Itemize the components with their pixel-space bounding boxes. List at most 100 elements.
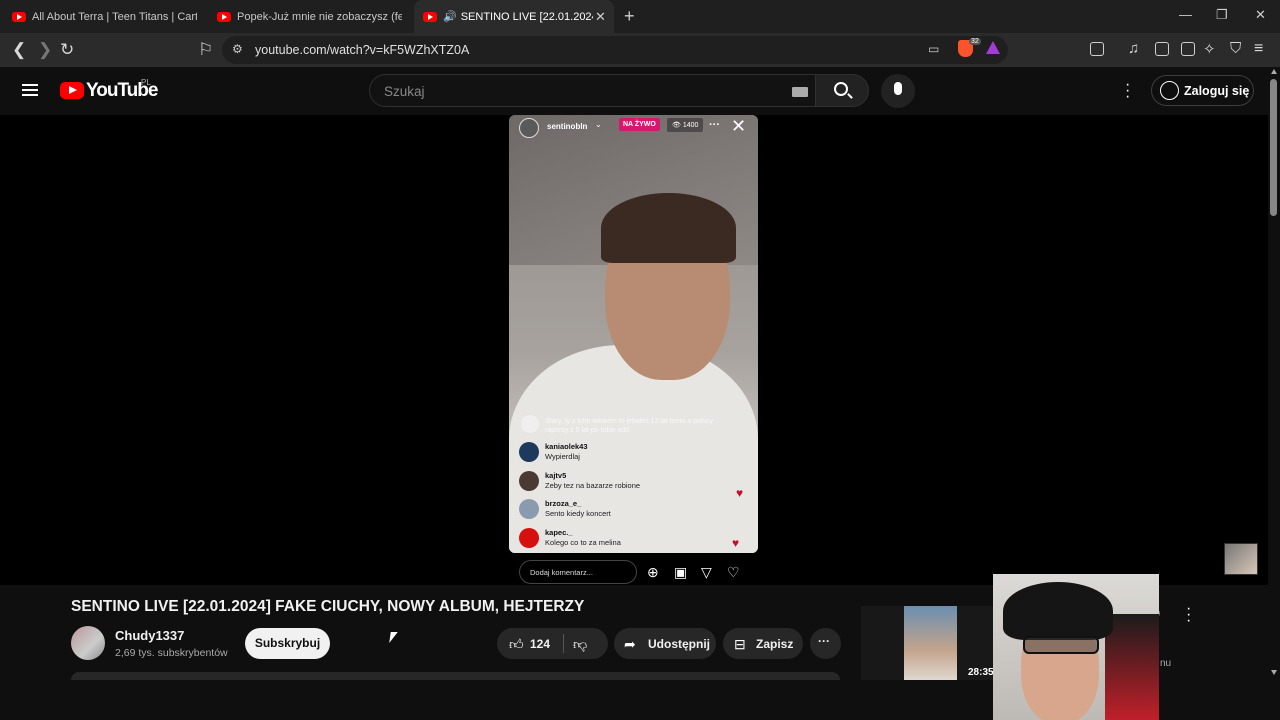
browser-tab-strip: All About Terra | Teen Titans | Cartoo P… (0, 0, 1280, 33)
close-window-icon[interactable]: ✕ (1255, 7, 1266, 23)
youtube-logo-icon[interactable] (60, 82, 84, 99)
comment-text: Wypierdlaj (545, 452, 580, 461)
description-box[interactable] (71, 672, 840, 680)
chevron-down-icon: ⌄ (595, 120, 602, 129)
bookmark-icon[interactable]: ⚐ (198, 40, 213, 60)
channel-watermark[interactable] (1224, 543, 1258, 575)
like-button[interactable]: 👍︎ 124 (497, 628, 563, 659)
live-comment: brzoza_e_ Sento kiedy koncert (519, 497, 749, 521)
recommended-more-icon[interactable]: · · · (1186, 601, 1191, 629)
streamer-glasses (1023, 636, 1099, 654)
save-button[interactable]: ⊟ Zapisz (723, 628, 803, 659)
sidebar-icon[interactable] (1155, 42, 1169, 56)
comment-user: brzoza_e_ (545, 499, 582, 508)
comment-user: kapec._ (545, 528, 573, 537)
save-playlist-icon: ⊟ (734, 636, 746, 652)
search-button[interactable] (815, 74, 869, 107)
story-comment-input: Dodaj komentarz... (519, 560, 637, 584)
youtube-favicon-icon (217, 11, 231, 22)
country-code: PL (141, 78, 151, 87)
url-text: youtube.com/watch?v=kF5WZhXTZ0A (255, 43, 470, 57)
like-heart-icon: ♡ (727, 564, 740, 580)
minimize-icon[interactable]: — (1179, 7, 1192, 22)
comment-avatar (519, 442, 539, 462)
comment-placeholder: Dodaj komentarz... (530, 568, 593, 577)
viewer-count-badge: 👁 1400 (667, 118, 704, 132)
more-actions-button[interactable]: ··· (810, 628, 841, 659)
subscribe-button[interactable]: Subskrybuj (245, 628, 330, 659)
video-player[interactable]: sentinobln ⌄ NA ŻYWO 👁 1400 ··· ✕ Stary,… (0, 115, 1268, 585)
music-note-icon[interactable]: ♫ (1128, 40, 1139, 57)
viewer-count: 1400 (682, 122, 699, 129)
brave-rewards-icon[interactable] (986, 41, 1000, 54)
video-title: SENTINO LIVE [22.01.2024] FAKE CIUCHY, N… (71, 598, 585, 615)
share-label: Udostępnij (648, 637, 710, 651)
reload-icon[interactable]: ↻ (60, 40, 74, 60)
forward-icon[interactable]: ❯ (38, 40, 52, 60)
microphone-icon (894, 82, 902, 95)
search-input[interactable]: Szukaj (369, 74, 816, 107)
comment-text: Kolego co to za melina (545, 538, 621, 547)
comment-user: kaniaolek43 (545, 442, 588, 451)
live-badge: NA ŻYWO (619, 118, 660, 131)
restore-icon[interactable]: ❐ (1216, 7, 1228, 23)
like-dislike-group: 👍︎ 124 👎︎ (497, 628, 608, 659)
browser-tab-2[interactable]: Popek-Już mnie nie zobaczysz (feat. S (217, 0, 402, 33)
vpn-shield-icon[interactable]: ⛉ (1230, 40, 1241, 57)
menu-icon[interactable]: ≡ (1254, 40, 1263, 58)
add-icon: ⊕ (647, 564, 659, 580)
ai-sparkle-icon[interactable]: ✧ (1203, 40, 1216, 58)
heart-icon: ♥ (732, 536, 740, 550)
video-duration: 28:35 (968, 667, 994, 678)
address-bar[interactable]: ⚙ youtube.com/watch?v=kF5WZhXTZ0A ▭ 32 (222, 36, 1008, 64)
scroll-thumb[interactable] (1270, 79, 1277, 216)
search-icon (834, 82, 848, 96)
screenshot-icon[interactable] (1090, 42, 1104, 56)
settings-more-icon[interactable]: · · · (1125, 77, 1130, 105)
account-icon (1160, 81, 1179, 100)
scroll-up-icon[interactable] (1271, 69, 1277, 74)
voice-search-button[interactable] (881, 74, 915, 108)
site-info-icon[interactable]: ⚙ (232, 42, 243, 56)
signin-button[interactable]: Zaloguj się (1151, 75, 1254, 106)
story-close-icon: ✕ (731, 116, 747, 136)
guide-menu-icon[interactable] (22, 84, 38, 96)
like-count: 124 (530, 637, 551, 651)
dislike-button[interactable]: 👎︎ (564, 628, 608, 659)
keyboard-icon[interactable] (792, 87, 808, 97)
comment-text: Zeby tez na bazarze robione (545, 481, 641, 490)
facecam-overlay (993, 574, 1159, 720)
faded-comment: Stary, ty z tylm tekstem to jebałeś 12 l… (545, 418, 713, 434)
channel-name[interactable]: Chudy1337 (115, 628, 184, 643)
comment-avatar (519, 499, 539, 519)
camera-icon: ▣ (674, 564, 688, 580)
share-button[interactable]: ➦ Udostępnij (614, 628, 716, 659)
close-tab-icon[interactable]: ✕ (595, 9, 606, 25)
scroll-down-icon[interactable] (1271, 670, 1277, 675)
browser-toolbar: ❮ ❯ ↻ ⚐ ⚙ youtube.com/watch?v=kF5WZhXTZ0… (0, 33, 1280, 67)
instagram-live-frame: sentinobln ⌄ NA ŻYWO 👁 1400 ··· ✕ Stary,… (509, 115, 758, 553)
share-icon: ➦ (624, 636, 636, 652)
video-person-hair (601, 193, 736, 263)
send-icon: ▽ (701, 564, 712, 580)
page-scrollbar[interactable] (1268, 67, 1280, 680)
new-tab-icon[interactable]: + (624, 6, 635, 27)
comment-avatar (519, 528, 539, 548)
comment-text: Sento kiedy koncert (545, 509, 611, 518)
back-icon[interactable]: ❮ (12, 40, 26, 60)
wallet-icon[interactable] (1181, 42, 1195, 56)
browser-tab-3-active[interactable]: 🔊 SENTINO LIVE [22.01.2024] FAKE (414, 0, 614, 33)
subscriber-count: 2,69 tys. subskrybentów (115, 647, 228, 659)
tab-title: SENTINO LIVE [22.01.2024] FAKE (460, 10, 593, 23)
cast-icon[interactable]: ▭ (928, 42, 939, 56)
thumbs-down-icon: 👎︎ (573, 636, 588, 652)
mouse-cursor-icon (389, 632, 398, 643)
tab-title: All About Terra | Teen Titans | Cartoo (32, 10, 197, 23)
browser-tab-1[interactable]: All About Terra | Teen Titans | Cartoo (12, 0, 197, 33)
channel-avatar[interactable] (71, 626, 105, 660)
heart-icon: ♥ (736, 486, 744, 500)
comment-avatar (521, 415, 539, 433)
audio-playing-icon: 🔊 (443, 11, 457, 23)
recommended-thumbnail[interactable] (904, 606, 957, 680)
live-comment: kapec._ Kolego co to za melina (519, 526, 749, 550)
